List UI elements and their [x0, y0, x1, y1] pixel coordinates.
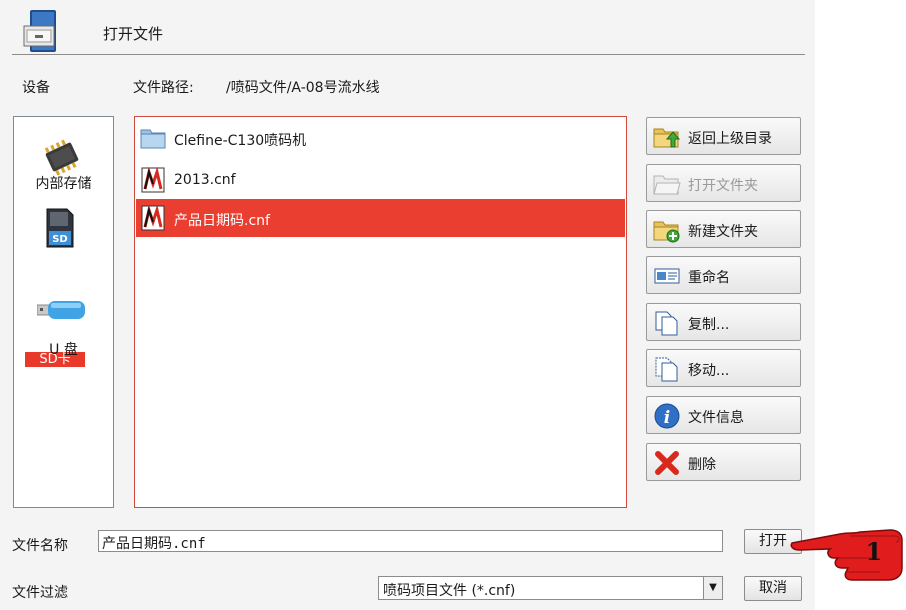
device-usb-drive[interactable]: U 盘: [14, 295, 113, 365]
file-name: 2013.cnf: [174, 172, 236, 188]
button-label: 重命名: [688, 270, 730, 286]
rename-icon: [654, 268, 680, 284]
open-file-dialog: 打开文件 设备 文件路径: /喷码文件/A-08号流水线 内部存储 SD SD卡…: [0, 0, 815, 610]
button-label: 文件信息: [688, 410, 744, 426]
delete-icon: [655, 451, 679, 475]
filter-label: 文件过滤: [12, 585, 68, 601]
move-button[interactable]: 移动...: [646, 349, 801, 387]
info-icon: i: [654, 403, 680, 429]
file-info-button[interactable]: i 文件信息: [646, 396, 801, 434]
button-label: 打开文件夹: [688, 178, 758, 194]
button-label: 新建文件夹: [688, 224, 758, 240]
file-row-product-date-code[interactable]: 产品日期码.cnf: [136, 199, 625, 237]
filename-label: 文件名称: [12, 538, 68, 554]
path-label: 文件路径:: [133, 80, 194, 96]
sd-card-icon: SD: [46, 208, 74, 248]
file-name: Clefine-C130喷码机: [174, 133, 307, 149]
new-folder-button[interactable]: 新建文件夹: [646, 210, 801, 248]
delete-button[interactable]: 删除: [646, 443, 801, 481]
new-folder-icon: [653, 221, 680, 243]
button-label: 复制...: [688, 317, 730, 333]
file-filter-select[interactable]: 喷码项目文件 (*.cnf) ▼: [378, 576, 723, 600]
folder-icon: [140, 129, 166, 149]
device-label: 内部存储: [35, 176, 92, 192]
move-icon: [655, 357, 678, 382]
usb-drive-icon: [37, 301, 85, 319]
chevron-down-icon[interactable]: ▼: [703, 577, 722, 599]
file-list: Clefine-C130喷码机 2013.cnf 产品日期码.cnf: [134, 116, 627, 508]
file-row-2013[interactable]: 2013.cnf: [136, 161, 625, 199]
file-name: 产品日期码.cnf: [174, 213, 270, 229]
filename-input[interactable]: 产品日期码.cnf: [98, 530, 723, 552]
copy-icon: [655, 311, 678, 336]
open-folder-button[interactable]: 打开文件夹: [646, 164, 801, 202]
device-label: U 盘: [49, 342, 78, 358]
header-divider: [12, 54, 805, 55]
cnf-file-icon: [141, 205, 165, 231]
button-label: 返回上级目录: [688, 131, 772, 147]
chip-icon: [44, 139, 79, 176]
dialog-header: 打开文件: [0, 0, 815, 56]
cnf-file-icon: [141, 167, 165, 193]
callout-number: 1: [866, 537, 883, 566]
path-value: /喷码文件/A-08号流水线: [226, 80, 380, 96]
devices-label: 设备: [22, 80, 50, 96]
file-row-folder[interactable]: Clefine-C130喷码机: [136, 119, 625, 157]
folder-up-icon: [653, 128, 681, 148]
svg-text:SD: SD: [52, 234, 68, 245]
device-internal-storage[interactable]: 内部存储: [14, 137, 113, 197]
open-folder-icon: [653, 175, 681, 195]
dialog-title: 打开文件: [103, 25, 164, 43]
button-label: 删除: [688, 457, 716, 473]
device-sd-card[interactable]: SD SD卡: [14, 205, 113, 367]
file-cabinet-icon: [23, 10, 56, 52]
go-up-button[interactable]: 返回上级目录: [646, 117, 801, 155]
rename-button[interactable]: 重命名: [646, 256, 801, 294]
button-label: 移动...: [688, 363, 730, 379]
device-panel: 内部存储 SD SD卡 U 盘: [13, 116, 114, 508]
copy-button[interactable]: 复制...: [646, 303, 801, 341]
svg-text:i: i: [664, 408, 670, 428]
pointing-hand-callout: 1: [790, 529, 903, 581]
filter-value: 喷码项目文件 (*.cnf): [383, 583, 516, 599]
